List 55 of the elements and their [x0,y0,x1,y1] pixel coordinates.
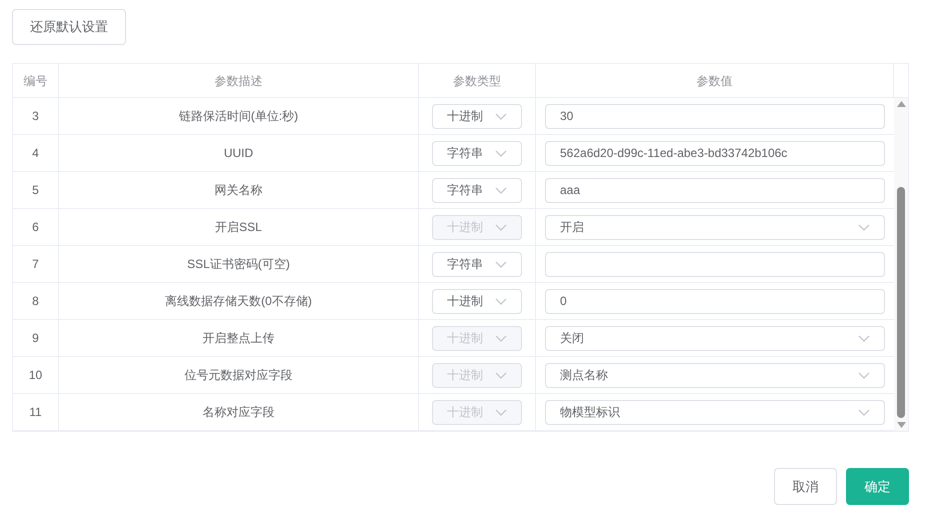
value-select[interactable]: 测点名称 [545,362,885,388]
table-cell-text: 10 [28,367,42,384]
type-select[interactable]: 字符串 [432,178,522,202]
table-cell-text: 11 [29,404,42,421]
scrollbar-thumb[interactable] [897,187,905,418]
reset-defaults-button[interactable]: 还原默认设置 [12,9,126,45]
table-cell-text: 4 [32,145,39,162]
value-select[interactable]: 物模型标识 [545,400,885,424]
table-cell-text: 离线数据存储天数(0不存储) [165,293,312,310]
table-cell-text: 7 [32,256,39,273]
column-header: 编号 [24,72,48,90]
table-cell-text: 5 [32,182,39,199]
chevron-down-icon [495,150,507,156]
value-field[interactable]: 0 [545,288,885,314]
table-cell-text: SSL证书密码(可空) [187,256,290,273]
type-select[interactable]: 字符串 [432,252,522,276]
table-cell-text: 8 [32,293,39,310]
table-cell-text: 网关名称 [214,182,262,199]
type-select[interactable]: 十进制 [432,104,522,128]
table-cell-text: UUID [224,145,254,162]
scrollbar[interactable] [894,98,908,431]
chevron-down-icon [495,372,507,378]
table-cell-text: 开启SSL [215,219,262,236]
type-select[interactable]: 字符串 [432,140,522,166]
chevron-down-icon [495,112,507,120]
value-select[interactable]: 关闭 [545,326,885,350]
table-cell-text: 开启整点上传 [202,330,274,347]
value-select[interactable]: 开启 [545,214,885,240]
chevron-down-icon [858,372,870,378]
chevron-down-icon [495,186,507,194]
table-cell-text: 位号元数据对应字段 [184,367,292,384]
chevron-down-icon [495,260,507,268]
chevron-down-icon [858,334,870,342]
table-cell-text: 9 [32,330,39,347]
column-header: 参数值 [696,72,732,90]
table-cell-text: 链路保活时间(单位:秒) [178,108,298,125]
chevron-down-icon [495,298,507,304]
scroll-up-icon[interactable] [896,101,906,107]
scroll-down-icon[interactable] [896,422,906,428]
table-cell-text: 名称对应字段 [202,404,274,421]
chevron-down-icon [858,408,870,416]
table-cell-text: 6 [32,219,39,236]
chevron-down-icon [858,224,870,230]
value-field[interactable]: aaa [545,178,885,202]
cancel-button[interactable]: 取消 [774,468,837,505]
chevron-down-icon [495,224,507,230]
chevron-down-icon [495,334,507,342]
value-field[interactable]: 562a6d20-d99c-11ed-abe3-bd33742b106c [545,140,885,166]
value-field[interactable]: 30 [545,104,885,128]
column-header: 参数描述 [214,72,262,90]
column-header: 参数类型 [453,72,501,90]
type-select[interactable]: 十进制 [432,288,522,314]
table-cell-text: 3 [32,108,39,125]
chevron-down-icon [495,408,507,416]
value-field[interactable] [545,252,885,276]
